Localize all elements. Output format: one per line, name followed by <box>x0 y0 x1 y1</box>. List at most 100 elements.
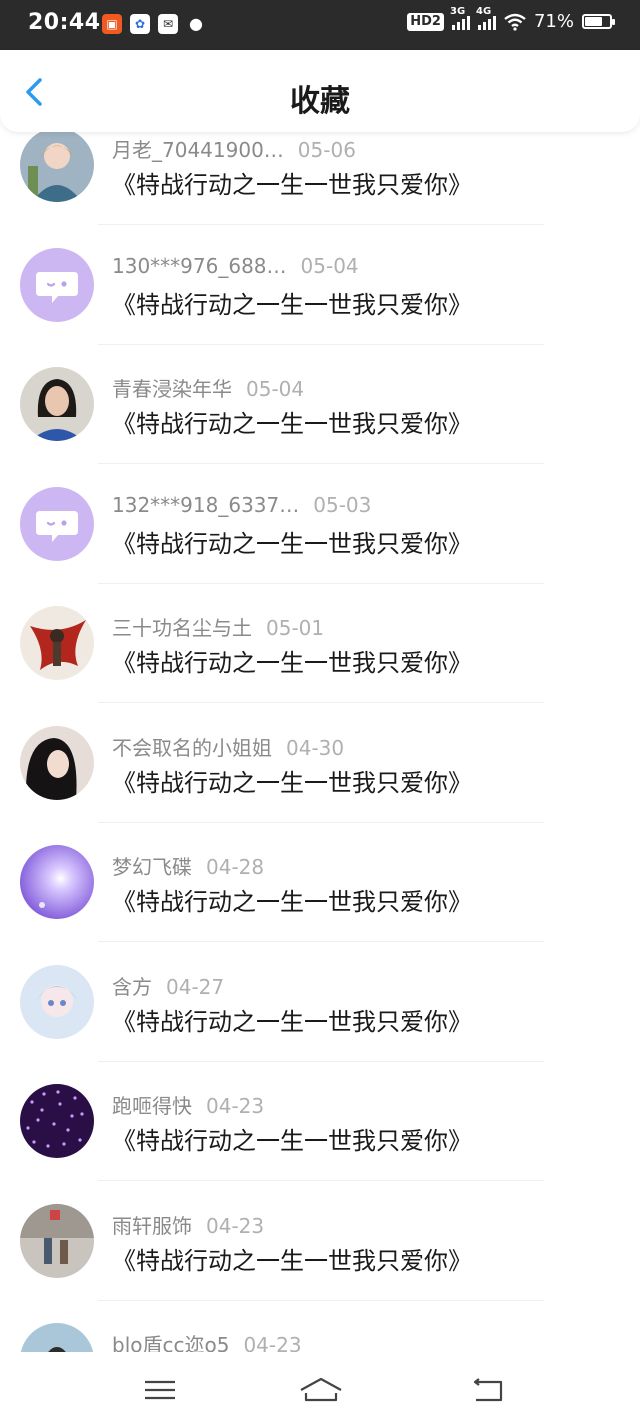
divider <box>98 941 544 942</box>
back-arrow-icon <box>473 1378 503 1402</box>
network-3g-label: 3G <box>449 5 466 17</box>
list-item[interactable]: 含方 04-27 《特战行动之一生一世我只爱你》 <box>0 964 640 1085</box>
date-label: 04-23 <box>206 1213 265 1238</box>
list-item[interactable]: blo盾cc迩o5 04-23 <box>0 1323 640 1352</box>
page-header: 收藏 <box>0 50 640 132</box>
divider <box>98 343 544 345</box>
username[interactable]: 跑咂得快 <box>112 1094 192 1118</box>
book-title[interactable]: 《特战行动之一生一世我只爱你》 <box>112 882 472 917</box>
list-item[interactable]: 132***918_6337… 05-03 《特战行动之一生一世我只爱你》 <box>0 486 640 607</box>
status-bar: 20:44 ▣ ✿ ✉ ● HD2 3G 4G 71% <box>0 0 640 50</box>
list-item[interactable]: 三十功名尘与土 05-01 《特战行动之一生一世我只爱你》 <box>0 606 640 726</box>
status-time: 20:44 <box>28 10 101 35</box>
book-title[interactable]: 《特战行动之一生一世我只爱你》 <box>112 1002 472 1037</box>
list-item[interactable]: 130***976_688… 05-04 《特战行动之一生一世我只爱你》 <box>0 247 640 368</box>
battery-icon <box>582 14 615 29</box>
item-meta: 130***976_688… 05-04 <box>112 254 359 278</box>
avatar[interactable] <box>20 1203 94 1278</box>
hd-icon: HD2 <box>407 12 444 31</box>
book-title[interactable]: 《特战行动之一生一世我只爱你》 <box>112 524 472 559</box>
book-title[interactable]: 《特战行动之一生一世我只爱你》 <box>112 404 472 439</box>
wifi-icon <box>504 13 526 31</box>
back-nav-button[interactable] <box>470 1370 510 1410</box>
item-meta: 三十功名尘与土 05-01 <box>112 612 324 641</box>
item-meta: 青春浸染年华 05-04 <box>112 373 304 402</box>
divider <box>98 702 544 703</box>
username[interactable]: 132***918_6337… <box>112 493 299 517</box>
date-label: 04-30 <box>286 735 345 760</box>
list-item[interactable]: 月老_70441900… 05-06 《特战行动之一生一世我只爱你》 <box>0 132 640 248</box>
status-app-icons: ▣ ✿ ✉ ● <box>102 14 206 34</box>
page-title: 收藏 <box>290 84 350 119</box>
menu-button[interactable] <box>142 1370 182 1410</box>
divider <box>98 224 544 225</box>
avatar[interactable] <box>20 486 94 561</box>
book-title[interactable]: 《特战行动之一生一世我只爱你》 <box>112 1121 472 1156</box>
avatar[interactable] <box>20 725 94 800</box>
chat-bubble-icon: ● <box>189 14 203 33</box>
mail-icon: ✉ <box>158 14 178 34</box>
avatar[interactable] <box>20 1084 94 1158</box>
item-meta: blo盾cc迩o5 04-23 <box>112 1329 302 1352</box>
item-meta: 梦幻飞碟 04-28 <box>112 851 264 880</box>
avatar[interactable] <box>20 964 94 1039</box>
list-item[interactable]: 不会取名的小姐姐 04-30 《特战行动之一生一世我只爱你》 <box>0 725 640 846</box>
home-icon <box>300 1377 342 1402</box>
list-item[interactable]: 梦幻飞碟 04-28 《特战行动之一生一世我只爱你》 <box>0 845 640 965</box>
baidu-icon: ✿ <box>130 14 150 34</box>
book-title[interactable]: 《特战行动之一生一世我只爱你》 <box>112 763 472 798</box>
avatar[interactable] <box>20 132 94 202</box>
date-label: 05-03 <box>313 492 372 517</box>
signal-3g-icon: 3G <box>450 6 470 30</box>
avatar[interactable] <box>20 367 94 441</box>
username[interactable]: 130***976_688… <box>112 254 287 278</box>
divider <box>98 463 544 464</box>
book-title[interactable]: 《特战行动之一生一世我只爱你》 <box>112 285 472 320</box>
username[interactable]: 月老_70441900… <box>112 138 284 162</box>
menu-icon <box>145 1380 175 1400</box>
username[interactable]: 青春浸染年华 <box>112 377 232 401</box>
item-meta: 月老_70441900… 05-06 <box>112 134 356 163</box>
date-label: 04-27 <box>166 974 225 999</box>
item-meta: 跑咂得快 04-23 <box>112 1090 264 1119</box>
battery-percent: 71% <box>533 11 574 32</box>
list-item[interactable]: 跑咂得快 04-23 《特战行动之一生一世我只爱你》 <box>0 1084 640 1204</box>
divider <box>98 582 544 584</box>
username[interactable]: 雨轩服饰 <box>112 1214 192 1238</box>
username[interactable]: 三十功名尘与土 <box>112 616 252 640</box>
home-button[interactable] <box>298 1370 344 1410</box>
favorites-list: 月老_70441900… 05-06 《特战行动之一生一世我只爱你》 130***9… <box>0 132 640 1352</box>
item-meta: 含方 04-27 <box>112 971 224 1000</box>
app-notification-icon: ▣ <box>102 14 122 34</box>
item-meta: 132***918_6337… 05-03 <box>112 493 371 517</box>
item-meta: 不会取名的小姐姐 04-30 <box>112 732 344 761</box>
date-label: 05-04 <box>246 377 305 401</box>
avatar[interactable] <box>20 845 94 919</box>
username[interactable]: 含方 <box>112 975 152 999</box>
network-4g-label: 4G <box>475 5 492 17</box>
date-label: 05-01 <box>266 616 325 640</box>
username[interactable]: 梦幻飞碟 <box>112 855 192 879</box>
date-label: 05-06 <box>297 138 356 162</box>
date-label: 04-28 <box>206 855 265 879</box>
username[interactable]: 不会取名的小姐姐 <box>112 736 272 760</box>
list-item[interactable]: 雨轩服饰 04-23 《特战行动之一生一世我只爱你》 <box>0 1203 640 1324</box>
divider <box>98 1060 544 1062</box>
avatar[interactable] <box>20 247 94 322</box>
system-nav-bar <box>0 1352 640 1427</box>
date-label: 04-23 <box>243 1333 302 1352</box>
avatar[interactable] <box>20 1323 94 1352</box>
item-meta: 雨轩服饰 04-23 <box>112 1210 264 1239</box>
username[interactable]: blo盾cc迩o5 <box>112 1333 229 1352</box>
date-label: 05-04 <box>300 253 359 278</box>
book-title[interactable]: 《特战行动之一生一世我只爱你》 <box>112 1241 472 1276</box>
list-item[interactable]: 青春浸染年华 05-04 《特战行动之一生一世我只爱你》 <box>0 367 640 487</box>
signal-4g-icon: 4G <box>476 6 496 30</box>
divider <box>98 1299 544 1301</box>
avatar[interactable] <box>20 606 94 680</box>
date-label: 04-23 <box>206 1094 265 1118</box>
book-title[interactable]: 《特战行动之一生一世我只爱你》 <box>112 643 472 678</box>
divider <box>98 1180 544 1181</box>
book-title[interactable]: 《特战行动之一生一世我只爱你》 <box>112 165 472 200</box>
status-indicators: HD2 3G 4G 71% <box>407 6 615 32</box>
